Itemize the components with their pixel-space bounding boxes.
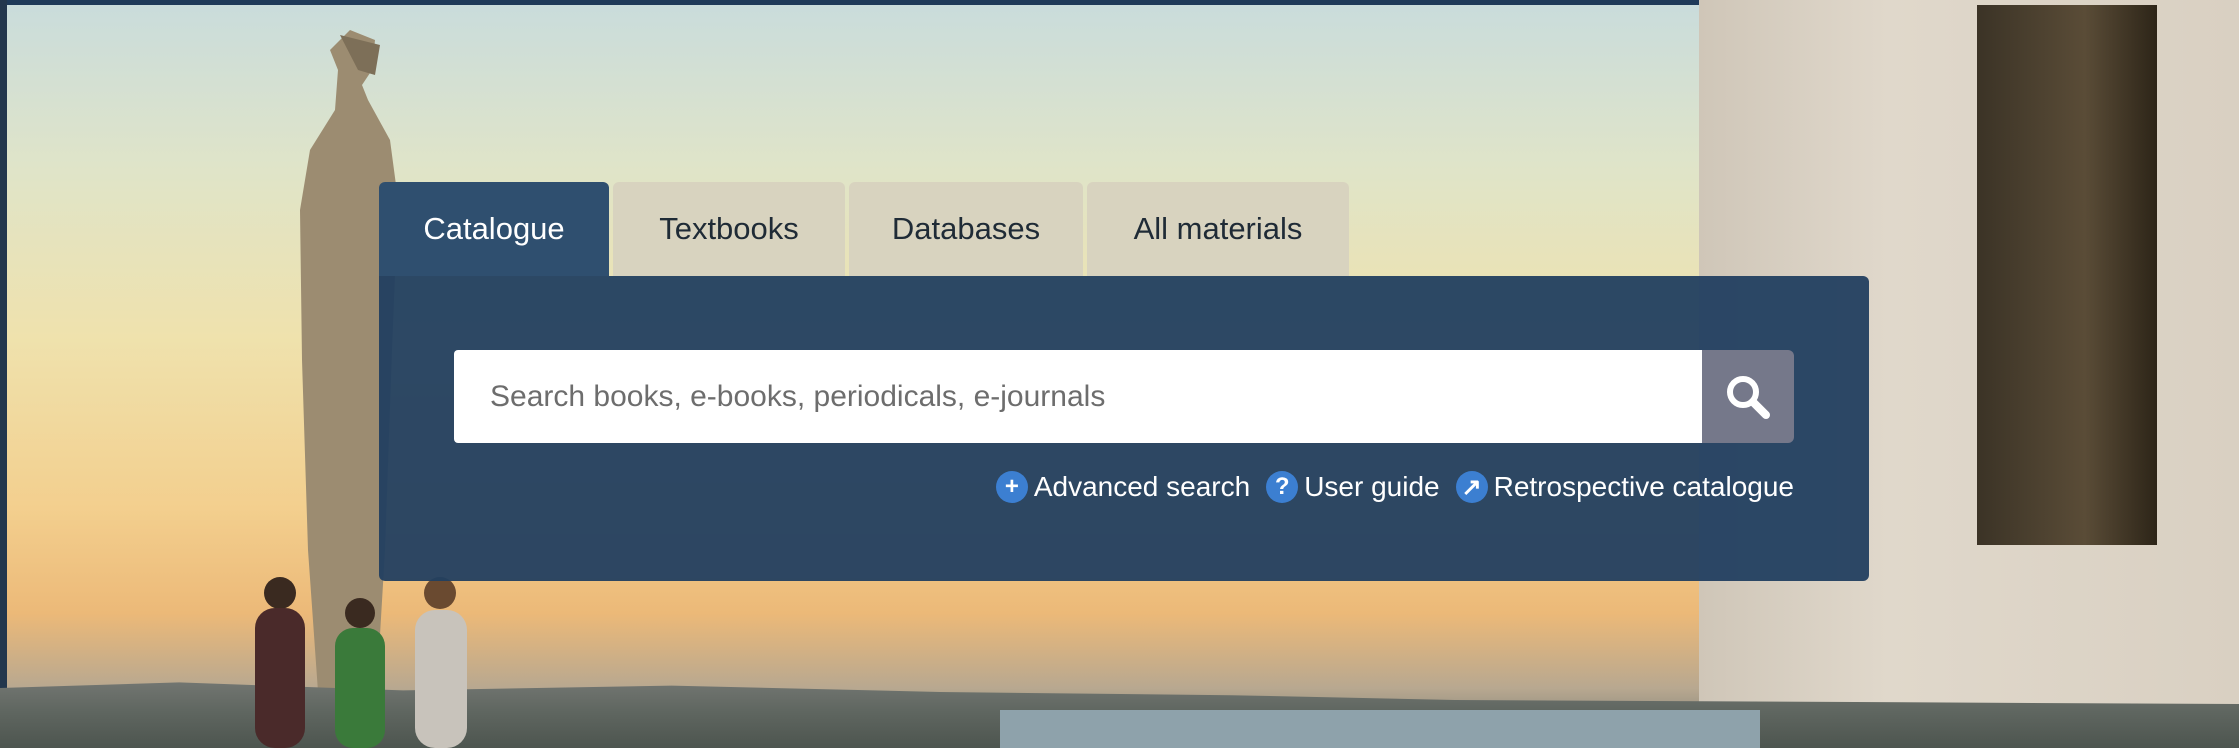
retrospective-catalogue-link[interactable]: ↗ Retrospective catalogue <box>1455 471 1794 503</box>
external-arrow-icon: ↗ <box>1455 471 1488 503</box>
tab-catalogue[interactable]: Catalogue <box>379 182 609 276</box>
search-row <box>454 350 1794 443</box>
tab-databases[interactable]: Databases <box>849 182 1083 276</box>
search-tabs: Catalogue Textbooks Databases All materi… <box>379 182 1353 276</box>
search-links: + Advanced search ? User guide ↗ Retrosp… <box>995 471 1794 503</box>
retrospective-catalogue-label: Retrospective catalogue <box>1493 471 1794 502</box>
background-sea <box>1000 710 1760 748</box>
hero-banner: Catalogue Textbooks Databases All materi… <box>0 0 2239 748</box>
advanced-search-link[interactable]: + Advanced search <box>995 471 1251 503</box>
user-guide-label: User guide <box>1304 471 1440 502</box>
left-edge <box>0 0 7 748</box>
background-window <box>1977 5 2157 545</box>
background-people <box>255 577 467 748</box>
search-input[interactable] <box>454 350 1702 443</box>
tab-textbooks[interactable]: Textbooks <box>613 182 845 276</box>
user-guide-link[interactable]: ? User guide <box>1266 471 1440 503</box>
plus-circle-icon: + <box>995 471 1028 503</box>
search-button[interactable] <box>1702 350 1794 443</box>
advanced-search-label: Advanced search <box>1033 471 1251 502</box>
question-circle-icon: ? <box>1266 471 1299 503</box>
tab-all-materials[interactable]: All materials <box>1087 182 1349 276</box>
search-panel: + Advanced search ? User guide ↗ Retrosp… <box>379 276 1869 581</box>
search-icon <box>1727 375 1770 419</box>
